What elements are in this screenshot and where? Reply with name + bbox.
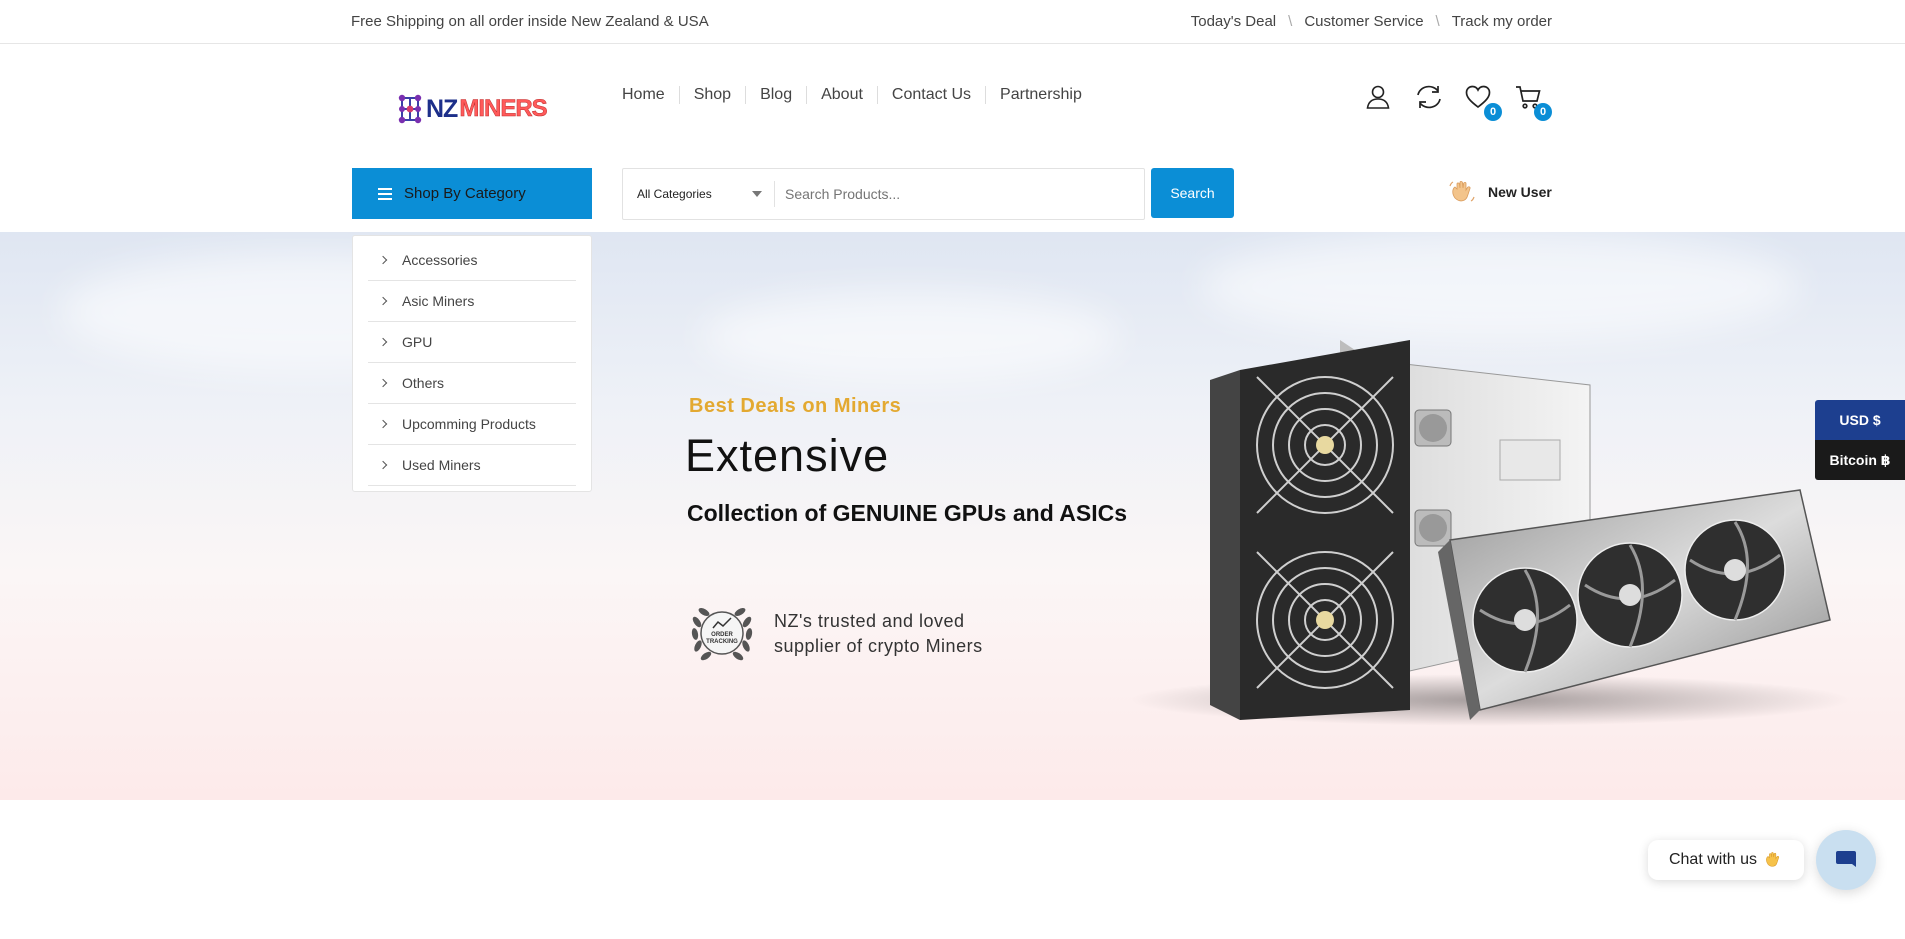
category-item-upcoming-products[interactable]: Upcomming Products xyxy=(368,404,576,445)
customer-service-link[interactable]: Customer Service xyxy=(1304,13,1423,30)
new-user-label: New User xyxy=(1488,184,1552,200)
currency-bitcoin-button[interactable]: Bitcoin ฿ xyxy=(1815,440,1905,480)
category-item-gpu[interactable]: GPU xyxy=(368,322,576,363)
cart-count-badge: 0 xyxy=(1534,103,1552,121)
category-item-label: Accessories xyxy=(402,252,478,268)
user-icon xyxy=(1366,85,1390,109)
trust-badge: ORDER TRACKING NZ's trusted and loved su… xyxy=(686,600,983,668)
category-select-value: All Categories xyxy=(637,187,712,201)
free-shipping-notice: Free Shipping on all order inside New Ze… xyxy=(351,13,709,30)
molecule-logo-icon xyxy=(398,94,422,124)
compare-button[interactable] xyxy=(1414,83,1442,111)
category-item-label: Upcomming Products xyxy=(402,416,536,432)
waving-hand-icon xyxy=(1766,852,1780,867)
trust-text: NZ's trusted and loved supplier of crypt… xyxy=(774,609,983,659)
chevron-right-icon xyxy=(378,460,388,470)
seal-text-tracking: TRACKING xyxy=(706,639,738,645)
chat-prompt-label: Chat with us xyxy=(1668,851,1758,868)
main-nav: Home Shop Blog About Contact Us Partners… xyxy=(622,86,1096,104)
miner-and-gpu-image xyxy=(1130,340,1850,726)
laurel-seal-icon: ORDER TRACKING xyxy=(691,608,753,661)
nav-blog[interactable]: Blog xyxy=(745,86,806,104)
category-item-label: Asic Miners xyxy=(402,293,475,309)
caret-down-icon xyxy=(752,191,762,197)
new-user-link[interactable]: New User xyxy=(1448,178,1552,206)
site-logo[interactable]: NZ MINERS xyxy=(396,89,560,129)
wishlist-button[interactable]: 0 xyxy=(1464,83,1502,121)
hero-tagline: Collection of GENUINE GPUs and ASICs xyxy=(687,500,1128,526)
cloud-decoration xyxy=(700,292,1120,382)
hero-title: Extensive xyxy=(685,430,890,481)
nav-contact[interactable]: Contact Us xyxy=(876,86,985,104)
category-item-accessories[interactable]: Accessories xyxy=(368,240,576,281)
hero-subtitle: Best Deals on Miners xyxy=(689,395,902,417)
separator: \ xyxy=(1435,13,1440,30)
search-bar: All Categories xyxy=(622,168,1145,220)
category-menu: Accessories Asic Miners GPU Others Upcom… xyxy=(352,235,592,492)
account-button[interactable] xyxy=(1364,83,1392,111)
shop-by-category-button[interactable]: Shop By Category xyxy=(352,168,592,219)
seal-text-order: ORDER xyxy=(711,632,733,638)
nav-shop[interactable]: Shop xyxy=(678,86,745,104)
chevron-right-icon xyxy=(378,337,388,347)
category-item-used-miners[interactable]: Used Miners xyxy=(368,445,576,486)
refresh-icon xyxy=(1417,85,1441,109)
trust-line-2: supplier of crypto Miners xyxy=(774,636,983,656)
nav-home[interactable]: Home xyxy=(622,86,679,104)
logo-text-miners: MINERS xyxy=(459,95,548,123)
category-item-asic-miners[interactable]: Asic Miners xyxy=(368,281,576,322)
nav-about[interactable]: About xyxy=(806,86,877,104)
category-select[interactable]: All Categories xyxy=(623,181,775,207)
cart-button[interactable]: 0 xyxy=(1514,83,1552,121)
separator: \ xyxy=(1288,13,1293,30)
chat-prompt-bubble[interactable]: Chat with us xyxy=(1648,840,1804,880)
chevron-right-icon xyxy=(378,419,388,429)
category-item-label: GPU xyxy=(402,334,433,350)
currency-switcher: USD $ Bitcoin ฿ xyxy=(1815,400,1905,480)
top-bar: Free Shipping on all order inside New Ze… xyxy=(0,0,1905,44)
hamburger-icon xyxy=(378,187,392,200)
todays-deal-link[interactable]: Today's Deal xyxy=(1191,13,1276,30)
category-item-label: Used Miners xyxy=(402,457,481,473)
search-button[interactable]: Search xyxy=(1151,168,1234,218)
shop-by-category-label: Shop By Category xyxy=(404,185,526,202)
currency-usd-button[interactable]: USD $ xyxy=(1815,400,1905,440)
chat-launcher-button[interactable] xyxy=(1816,830,1876,890)
track-order-link[interactable]: Track my order xyxy=(1452,13,1552,30)
category-item-others[interactable]: Others xyxy=(368,363,576,404)
nav-partnership[interactable]: Partnership xyxy=(985,86,1096,104)
wishlist-count-badge: 0 xyxy=(1484,103,1502,121)
chevron-right-icon xyxy=(378,255,388,265)
logo-text-nz: NZ xyxy=(426,94,458,123)
header-icons: 0 0 xyxy=(1364,83,1552,121)
chevron-right-icon xyxy=(378,378,388,388)
search-input[interactable] xyxy=(775,169,1144,219)
trust-line-1: NZ's trusted and loved xyxy=(774,611,965,631)
chat-icon xyxy=(1836,851,1856,867)
top-links: Today's Deal \ Customer Service \ Track … xyxy=(1191,13,1552,30)
category-item-label: Others xyxy=(402,375,445,391)
waving-hand-icon xyxy=(1449,180,1475,202)
chevron-right-icon xyxy=(378,296,388,306)
